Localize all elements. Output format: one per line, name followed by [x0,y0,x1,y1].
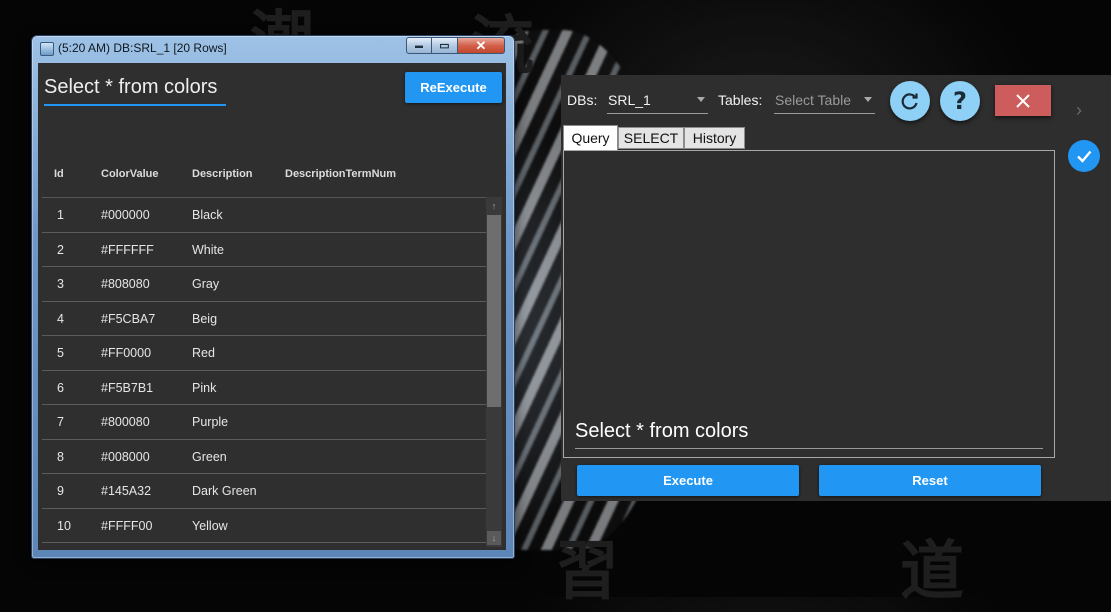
cell-description: Yellow [192,518,228,533]
table-row[interactable]: 9 #145A32 Dark Green [42,474,486,509]
wallpaper-glyph: 習 [555,534,619,609]
result-window: (5:20 AM) DB:SRL_1 [20 Rows] ▬ ▭ ✕ Selec… [31,35,515,559]
table-select[interactable]: Select Table [774,89,875,114]
cell-id: 6 [57,380,64,395]
minimize-button[interactable]: ▬ [406,37,432,54]
column-header-description[interactable]: Description [192,168,253,180]
scroll-down-arrow-icon[interactable]: ↓ [487,531,501,545]
query-input[interactable]: Select * from colors [575,420,1043,449]
vertical-scrollbar[interactable]: ↑ ↓ [486,197,502,547]
cell-description: Red [192,346,215,360]
column-header-id[interactable]: Id [54,168,64,180]
cell-colorvalue: #FF0000 [101,346,152,360]
cell-id: 3 [57,277,64,291]
result-query-text: Select * from colors [44,76,226,106]
query-panel: DBs: SRL_1 Tables: Select Table ? Query … [561,75,1111,501]
query-editor[interactable]: Select * from colors [563,150,1055,458]
refresh-icon [901,93,918,110]
results-table-body: 1 #000000 Black 2 #FFFFFF White 3 #808080 Gray 4 #… [42,197,486,548]
cell-colorvalue: #FFFF00 [101,518,153,533]
scroll-up-arrow-icon[interactable]: ↑ [487,199,501,213]
close-window-button[interactable]: ✕ [458,37,505,54]
tables-label: Tables: [718,92,763,108]
tab-select[interactable]: SELECT [618,127,684,149]
chevron-right-icon[interactable]: › [1076,100,1082,121]
close-icon [1016,93,1030,108]
table-row[interactable]: 5 #FF0000 Red [42,336,486,371]
table-select-placeholder: Select Table [775,92,852,108]
cell-colorvalue: #000000 [101,208,150,222]
table-row[interactable]: 1 #000000 Black [42,198,486,233]
close-icon: ✕ [475,37,487,53]
db-select[interactable]: SRL_1 [607,89,708,114]
refresh-button[interactable] [890,81,930,121]
scrollbar-thumb[interactable] [487,215,501,407]
table-row[interactable]: 11FF7C00Orange [42,543,486,548]
maximize-icon: ▭ [439,40,450,52]
dbs-label: DBs: [567,92,598,108]
reset-button[interactable]: Reset [819,465,1041,496]
close-panel-button[interactable] [995,85,1051,116]
cell-colorvalue: #800080 [101,415,150,429]
wallpaper-glyph: 道 [900,534,964,609]
cell-colorvalue: #FFFFFF [101,242,154,257]
cell-description: White [192,242,224,257]
reexecute-button[interactable]: ReExecute [405,72,502,103]
help-button[interactable]: ? [940,81,980,121]
cell-description: Gray [192,277,220,291]
table-row[interactable]: 2 #FFFFFF White [42,233,486,267]
db-select-value: SRL_1 [608,92,651,108]
chevron-down-icon [864,97,872,102]
cell-colorvalue: #145A32 [101,484,152,498]
cell-id: 5 [57,346,64,360]
table-row[interactable]: 7 #800080 Purple [42,405,486,440]
table-row[interactable]: 4 #F5CBA7 Beig [42,302,486,336]
cell-colorvalue: #F5CBA7 [101,311,156,326]
cell-description: Green [192,449,227,464]
check-icon [1077,150,1092,163]
table-row[interactable]: 6 #F5B7B1 Pink [42,371,486,405]
cell-description: Black [192,208,223,222]
table-row[interactable]: 8 #008000 Green [42,440,486,474]
table-row[interactable]: 10 #FFFF00 Yellow [42,509,486,543]
cell-description: Purple [192,415,229,429]
cell-id: 9 [57,484,64,498]
cell-description: Dark Green [192,484,257,498]
cell-id: 4 [57,311,64,326]
result-window-title: (5:20 AM) DB:SRL_1 [20 Rows] [58,41,227,55]
cell-colorvalue: #808080 [101,277,150,291]
results-table-header: Id ColorValue Description DescriptionTer… [38,155,488,197]
cell-id: 10 [57,518,71,533]
tab-history[interactable]: History [684,127,745,149]
cell-colorvalue: #F5B7B1 [101,380,154,395]
app-icon [40,42,54,56]
result-window-titlebar[interactable]: (5:20 AM) DB:SRL_1 [20 Rows] ▬ ▭ ✕ [32,36,514,60]
tab-query[interactable]: Query [563,125,618,150]
help-icon: ? [953,87,967,115]
chevron-down-icon [697,97,705,102]
cell-id: 7 [57,415,64,429]
cell-id: 1 [57,208,64,222]
confirm-button[interactable] [1068,140,1100,172]
minimize-icon: ▬ [415,41,423,50]
cell-description: Beig [192,311,218,326]
cell-id: 2 [57,242,64,257]
column-header-descriptiontermnum[interactable]: DescriptionTermNum [285,168,396,180]
cell-description: Pink [192,380,217,395]
execute-button[interactable]: Execute [577,465,799,496]
result-window-content: Select * from colors ReExecute Id ColorV… [38,63,506,550]
maximize-button[interactable]: ▭ [432,37,458,54]
column-header-colorvalue[interactable]: ColorValue [101,168,158,180]
table-row[interactable]: 3 #808080 Gray [42,267,486,302]
cell-id: 8 [57,449,64,464]
cell-colorvalue: #008000 [101,449,150,464]
